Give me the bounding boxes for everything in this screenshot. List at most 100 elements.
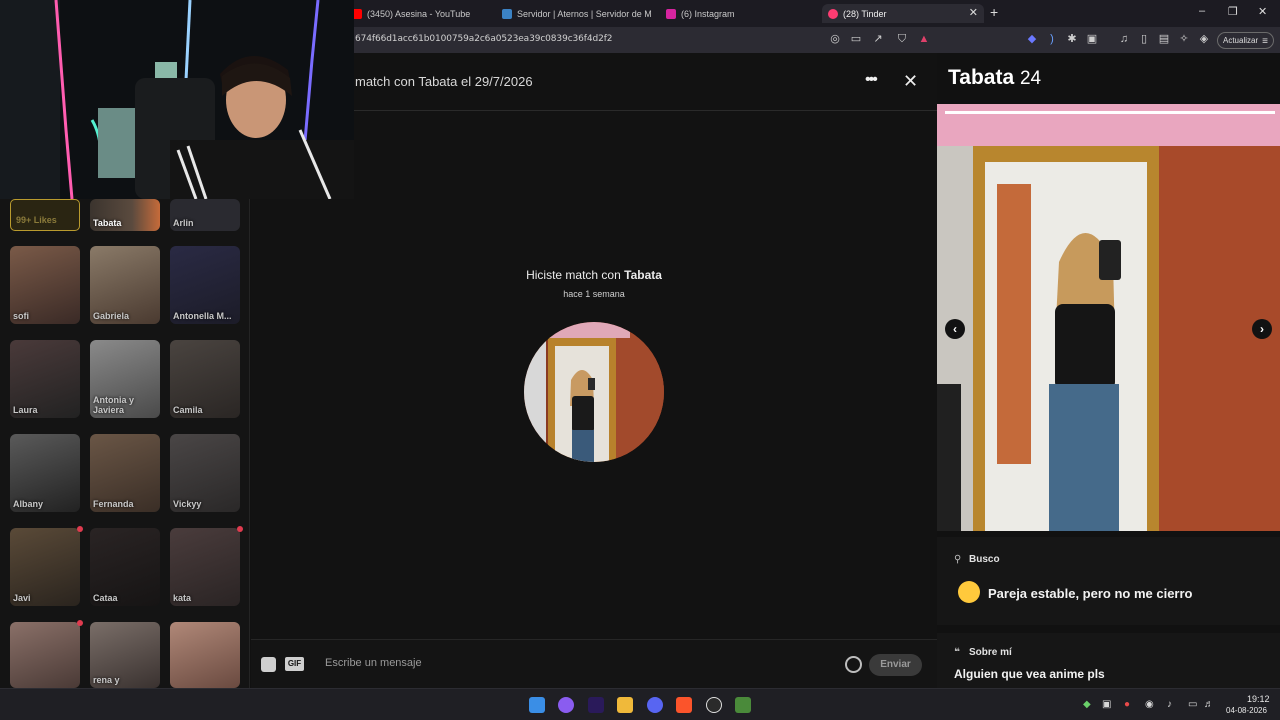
vpn-icon[interactable]: ◆: [1026, 33, 1038, 45]
tab-aternos[interactable]: Servidor | Aternos | Servidor de Mine: [502, 4, 652, 23]
match-prefix: Hiciste match con: [526, 268, 625, 282]
unread-dot: [237, 526, 243, 532]
tab-instagram[interactable]: (6) Instagram: [666, 4, 806, 23]
match-card[interactable]: Laura: [10, 340, 80, 418]
search-icon: ⚲: [954, 554, 962, 565]
match-name: Vickyy: [173, 499, 202, 509]
looking-for-section: ⚲ Busco Pareja estable, pero no me cierr…: [937, 537, 1280, 625]
match-card[interactable]: [10, 620, 83, 688]
profile-photo[interactable]: ‹ ›: [937, 104, 1280, 531]
wallet-card-icon[interactable]: ▤: [1158, 33, 1170, 45]
likes-label: 99+ Likes: [16, 215, 57, 225]
leo-icon[interactable]: ✧: [1178, 33, 1190, 45]
music-icon[interactable]: ♫: [1118, 33, 1130, 45]
about-label: Sobre mí: [969, 647, 1012, 658]
match-message: Hiciste match con Tabata: [251, 268, 937, 282]
match-card[interactable]: Cataa: [90, 528, 160, 606]
minecraft-icon[interactable]: [735, 697, 751, 713]
brave-rewards-icon[interactable]: ▲: [918, 33, 930, 45]
extensions-icon[interactable]: ✱: [1066, 33, 1078, 45]
tab-tinder[interactable]: (28) Tinder ✕: [822, 4, 984, 23]
file-explorer-icon[interactable]: [617, 697, 633, 713]
cast-icon[interactable]: ▭: [850, 33, 862, 45]
clock-date[interactable]: 04-08-2026: [1226, 706, 1267, 715]
location-icon[interactable]: ◎: [829, 33, 841, 45]
match-card[interactable]: sofi: [10, 246, 80, 324]
match-card[interactable]: [170, 622, 240, 688]
match-name: kata: [173, 593, 192, 603]
next-photo-button[interactable]: ›: [1252, 319, 1272, 339]
nvidia-icon[interactable]: ◆: [1083, 699, 1091, 710]
match-card[interactable]: Vickyy: [170, 434, 240, 512]
search-app-icon[interactable]: [558, 697, 574, 713]
update-button[interactable]: Actualizar ≡: [1217, 32, 1274, 49]
new-tab-button[interactable]: +: [990, 4, 998, 20]
profile-name: Tabata: [948, 66, 1015, 89]
gif-button[interactable]: GIF: [285, 657, 304, 671]
match-card[interactable]: rena y: [90, 622, 160, 688]
maximize-button[interactable]: ❐: [1228, 5, 1238, 18]
chat-title: match con Tabata el 29/7/2026: [355, 74, 533, 89]
unread-dot: [77, 620, 83, 626]
tray-app-icon[interactable]: ●: [1124, 699, 1130, 710]
emoji-icon[interactable]: [845, 656, 862, 673]
likes-card[interactable]: 99+ Likes: [10, 199, 80, 231]
match-card[interactable]: kata: [170, 526, 243, 606]
profile-panel: Tabata 24 ‹ › ⚲ Busco Pareja estable, pe…: [937, 53, 1280, 688]
minimize-button[interactable]: –: [1199, 5, 1205, 17]
microphone-icon[interactable]: ♪: [1167, 699, 1172, 710]
brave-icon[interactable]: [676, 697, 692, 713]
match-name: Cataa: [93, 593, 118, 603]
network-icon[interactable]: ▭: [1188, 699, 1197, 710]
match-card[interactable]: Arlin: [170, 199, 240, 231]
steam-icon[interactable]: [706, 697, 722, 713]
previous-photo-button[interactable]: ‹: [945, 319, 965, 339]
tab-youtube[interactable]: (3450) Asesina - YouTube: [352, 4, 492, 23]
avatar-photo: [524, 322, 664, 462]
wallet-icon[interactable]: ): [1046, 33, 1058, 45]
discord-tray-icon[interactable]: ◉: [1145, 699, 1154, 710]
close-chat-button[interactable]: ✕: [903, 71, 918, 92]
sidebar-icon[interactable]: ▯: [1138, 33, 1150, 45]
match-card[interactable]: Fernanda: [90, 434, 160, 512]
send-button[interactable]: Enviar: [869, 654, 922, 676]
match-name: Antonella M...: [173, 311, 232, 321]
match-card[interactable]: Tabata: [90, 199, 160, 231]
match-avatar[interactable]: [524, 322, 664, 462]
message-composer: GIF Escribe un mensaje Enviar: [251, 639, 937, 688]
windows-start-icon[interactable]: [529, 697, 545, 713]
match-name: sofi: [13, 311, 30, 321]
message-input[interactable]: Escribe un mensaje: [325, 657, 422, 669]
discord-icon[interactable]: [647, 697, 663, 713]
volume-icon[interactable]: ♬: [1204, 699, 1214, 710]
window-close-button[interactable]: ✕: [1258, 5, 1267, 18]
screenshot-icon[interactable]: ▣: [1086, 33, 1098, 45]
tab-close-icon[interactable]: ✕: [969, 6, 978, 19]
unread-dot: [77, 526, 83, 532]
sticker-icon[interactable]: [261, 657, 276, 672]
match-card[interactable]: Antonella M...: [170, 246, 240, 324]
tab-label: (6) Instagram: [681, 8, 735, 19]
match-name: rena y: [93, 675, 120, 685]
match-name: Laura: [13, 405, 38, 415]
url-field[interactable]: 674f66d1acc61b0100759a2c6a0523ea39c0839c…: [355, 34, 613, 44]
match-name: Fernanda: [93, 499, 134, 509]
more-options-button[interactable]: •••: [865, 71, 878, 89]
webcam-overlay: [0, 0, 354, 199]
xbox-bar-icon[interactable]: ▣: [1102, 699, 1111, 710]
match-name: Antonia y Javiera: [93, 395, 135, 415]
match-card[interactable]: Camila: [170, 340, 240, 418]
match-name: Tabata: [624, 268, 662, 282]
match-card[interactable]: Gabriela: [90, 246, 160, 324]
profile-title: Tabata 24: [948, 66, 1041, 90]
premiere-icon[interactable]: [588, 697, 604, 713]
vpn-shield-icon[interactable]: ◈: [1198, 33, 1210, 45]
match-card[interactable]: Javi: [10, 526, 83, 606]
tab-label: (3450) Asesina - YouTube: [367, 8, 471, 19]
share-icon[interactable]: ↗: [872, 33, 884, 45]
match-name: Albany: [13, 499, 44, 509]
clock-time[interactable]: 19:12: [1247, 694, 1270, 704]
brave-shield-icon[interactable]: ⛉: [896, 33, 908, 45]
match-card[interactable]: Antonia y Javiera: [90, 340, 160, 418]
match-card[interactable]: Albany: [10, 434, 80, 512]
